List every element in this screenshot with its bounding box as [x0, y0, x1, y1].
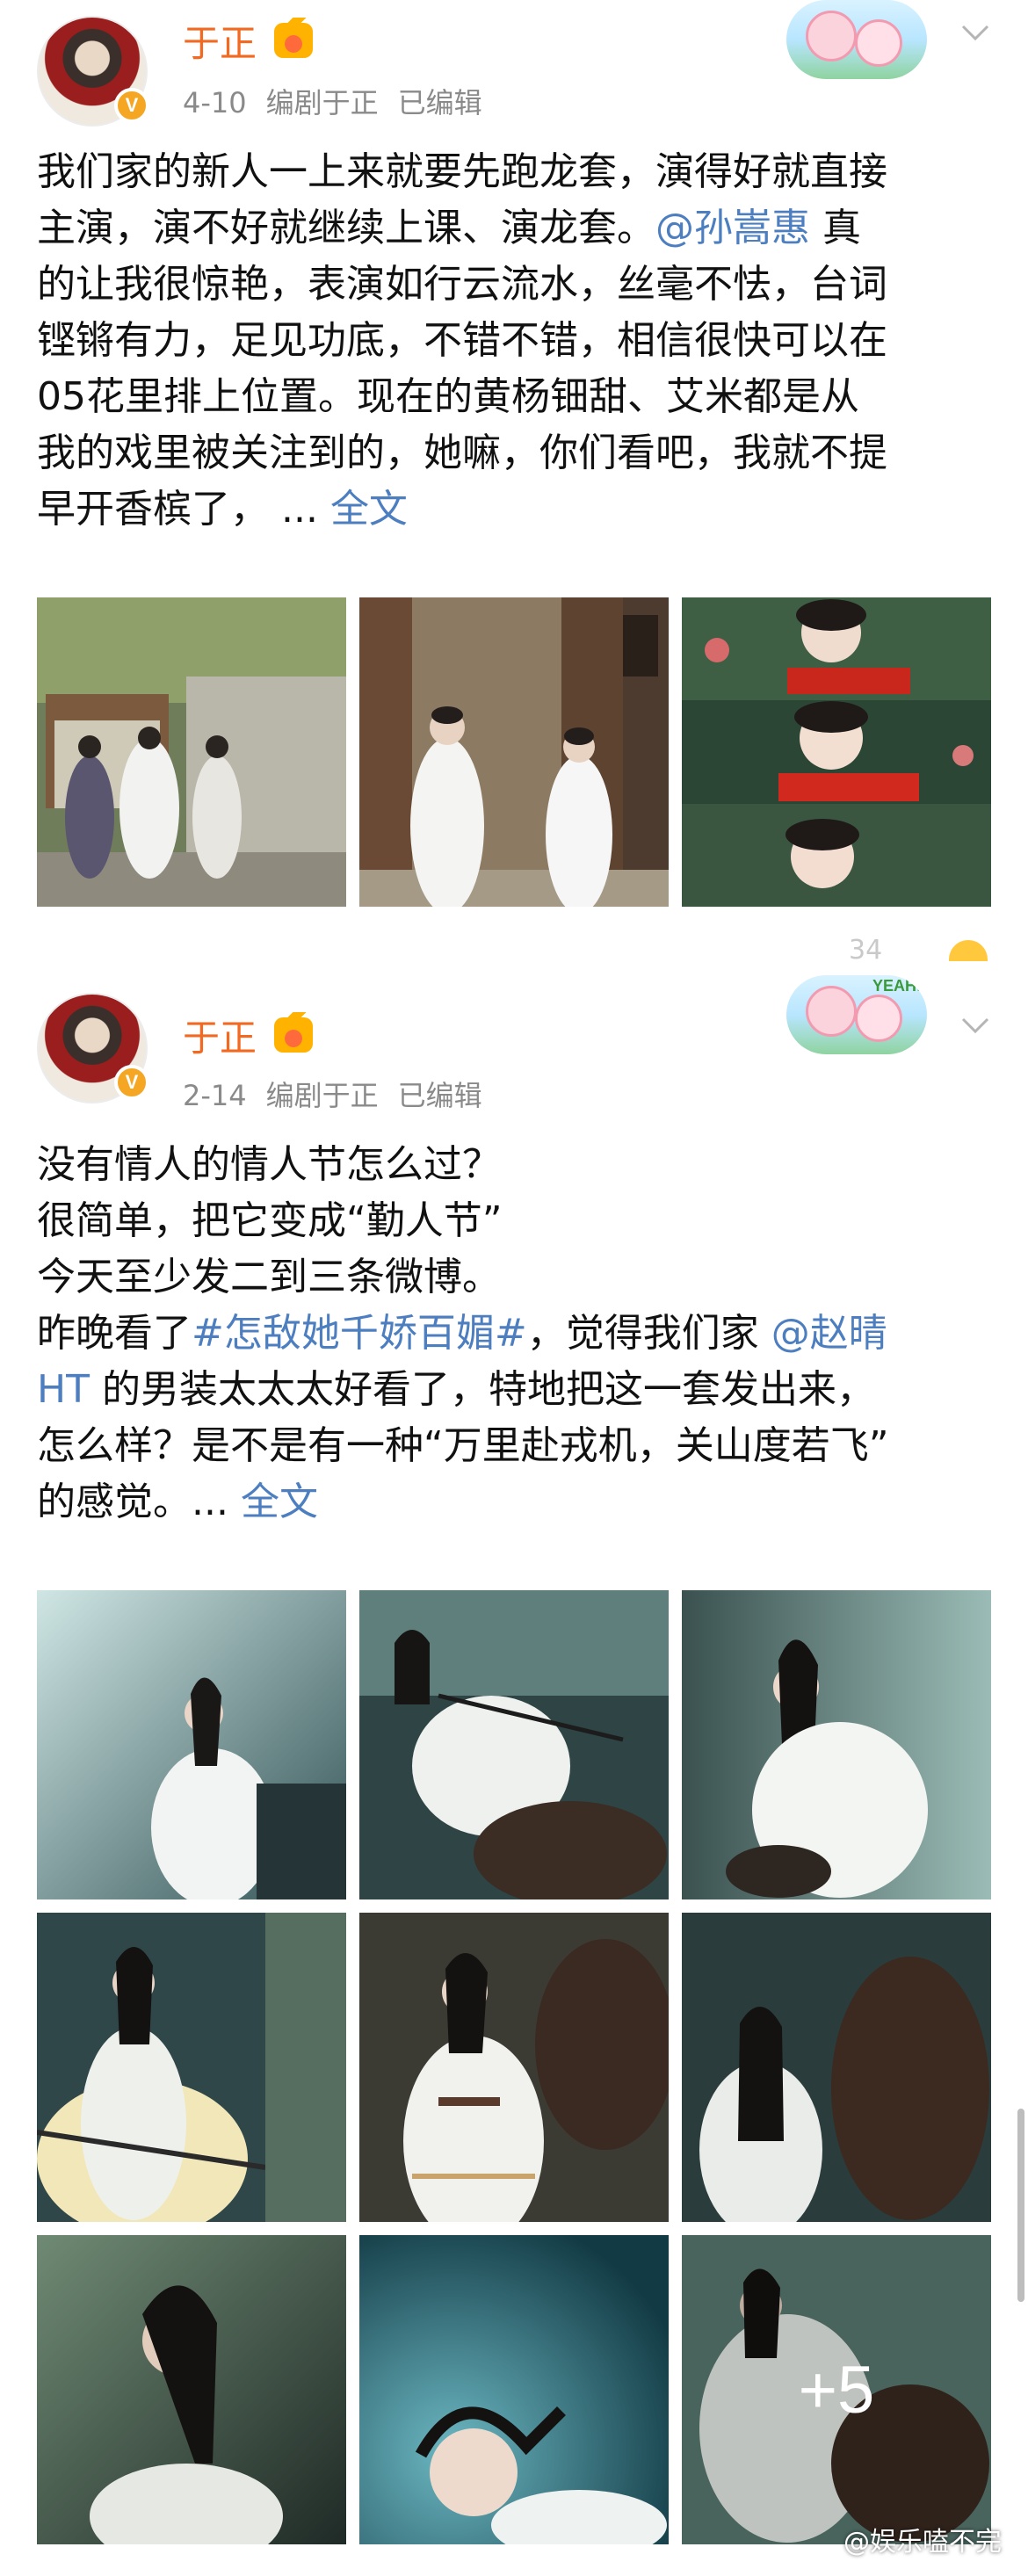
text-line: 今天至少发二到三条微博。: [37, 1255, 501, 1299]
text-line: 很简单，把它变成“勤人节”: [37, 1198, 503, 1243]
text-line: 铿锵有力，足见功底，不错不错，相信很快可以在: [37, 318, 887, 363]
post-date: 2-14: [183, 1079, 247, 1112]
text-line: 早开香槟了， ... 全文: [37, 487, 408, 532]
emoji-icon: [949, 940, 988, 961]
edited-label: 已编辑: [397, 1079, 482, 1112]
chevron-down-icon[interactable]: [958, 1007, 993, 1042]
post-image[interactable]: [682, 1913, 991, 2222]
author-avatar[interactable]: V: [37, 16, 149, 127]
post-source: 编剧于正: [265, 86, 379, 119]
pig-face-icon: [855, 995, 902, 1042]
chevron-down-icon[interactable]: [958, 14, 993, 49]
decorative-sticker: YEAH!: [786, 975, 927, 1054]
post-image[interactable]: [359, 1590, 669, 1899]
pig-face-icon: [806, 11, 857, 62]
text-line: 的感觉。... 全文: [37, 1480, 318, 1524]
read-more-link[interactable]: 全文: [241, 1480, 318, 1524]
author-name[interactable]: 于正: [183, 1009, 257, 1062]
post-image[interactable]: [359, 2235, 669, 2544]
verified-badge-icon: V: [114, 88, 149, 123]
post-meta: 4-10 编剧于正 已编辑: [183, 81, 502, 121]
watermark: @娱乐嗑不完: [843, 2527, 1002, 2558]
sticker-label: YEAH!: [872, 977, 922, 995]
post-source: 编剧于正: [265, 1079, 379, 1112]
scrollbar[interactable]: [1017, 2109, 1024, 2302]
text-line: 我的戏里被关注到的，她嘛，你们看吧，我就不提: [37, 431, 887, 475]
weibo-post-1: V 于正 4-10 编剧于正 已编辑 我们家的新人一上来就要先跑龙套，演得好就直接 …: [0, 0, 1028, 966]
read-more-link[interactable]: 全文: [330, 487, 408, 532]
more-images-count[interactable]: +5: [682, 2235, 991, 2544]
vip-crown-icon: [274, 1012, 313, 1053]
edited-label: 已编辑: [397, 86, 482, 119]
post-text: 没有情人的情人节怎么过？ 很简单，把它变成“勤人节” 今天至少发二到三条微博。 …: [37, 1137, 991, 1530]
text-line: 主演，演不好就继续上课、演龙套。@孙嵩惠 真: [37, 206, 861, 250]
pig-face-icon: [806, 986, 857, 1037]
post-image[interactable]: [37, 1590, 346, 1899]
mention-link[interactable]: @孙嵩惠: [655, 206, 810, 250]
post-meta: 2-14 编剧于正 已编辑: [183, 1074, 502, 1114]
text-line: HT 的男装太太太好看了，特地把这一套发出来，: [37, 1367, 875, 1412]
hashtag-link[interactable]: #怎敌她千娇百媚#: [192, 1311, 527, 1356]
weibo-post-2: V 于正 2-14 编剧于正 已编辑 YEAH! 没有情人的情人节怎么过？ 很简单，…: [0, 975, 1028, 2576]
mention-link[interactable]: HT: [37, 1367, 90, 1412]
text-line: 的让我很惊艳，表演如行云流水，丝毫不怯，台词: [37, 262, 887, 307]
decorative-sticker: [786, 0, 927, 79]
post-date: 4-10: [183, 86, 247, 119]
faded-count: 34: [849, 935, 883, 966]
post-image[interactable]: [359, 597, 669, 907]
post-image[interactable]: [37, 1913, 346, 2222]
post-text: 我们家的新人一上来就要先跑龙套，演得好就直接 主演，演不好就继续上课、演龙套。@…: [37, 144, 991, 538]
post-image[interactable]: [359, 1913, 669, 2222]
post-image[interactable]: +5: [682, 2235, 991, 2544]
author-avatar[interactable]: V: [37, 993, 149, 1103]
author-name[interactable]: 于正: [183, 14, 257, 68]
post-image[interactable]: [682, 597, 991, 907]
vip-crown-icon: [274, 18, 313, 58]
text-line: 昨晚看了#怎敌她千娇百媚#，觉得我们家 @赵晴: [37, 1311, 887, 1356]
text-line: 没有情人的情人节怎么过？: [37, 1142, 501, 1187]
text-line: 05花里排上位置。现在的黄杨钿甜、艾米都是从: [37, 374, 859, 419]
post-image[interactable]: [37, 597, 346, 907]
pig-face-icon: [855, 19, 902, 67]
verified-badge-icon: V: [114, 1065, 149, 1100]
post-image[interactable]: [37, 2235, 346, 2544]
mention-link[interactable]: @赵晴: [771, 1311, 887, 1356]
text-line: 怎么样？是不是有一种“万里赴戎机，关山度若飞”: [37, 1423, 889, 1468]
post-image[interactable]: [682, 1590, 991, 1899]
text-line: 我们家的新人一上来就要先跑龙套，演得好就直接: [37, 149, 887, 194]
